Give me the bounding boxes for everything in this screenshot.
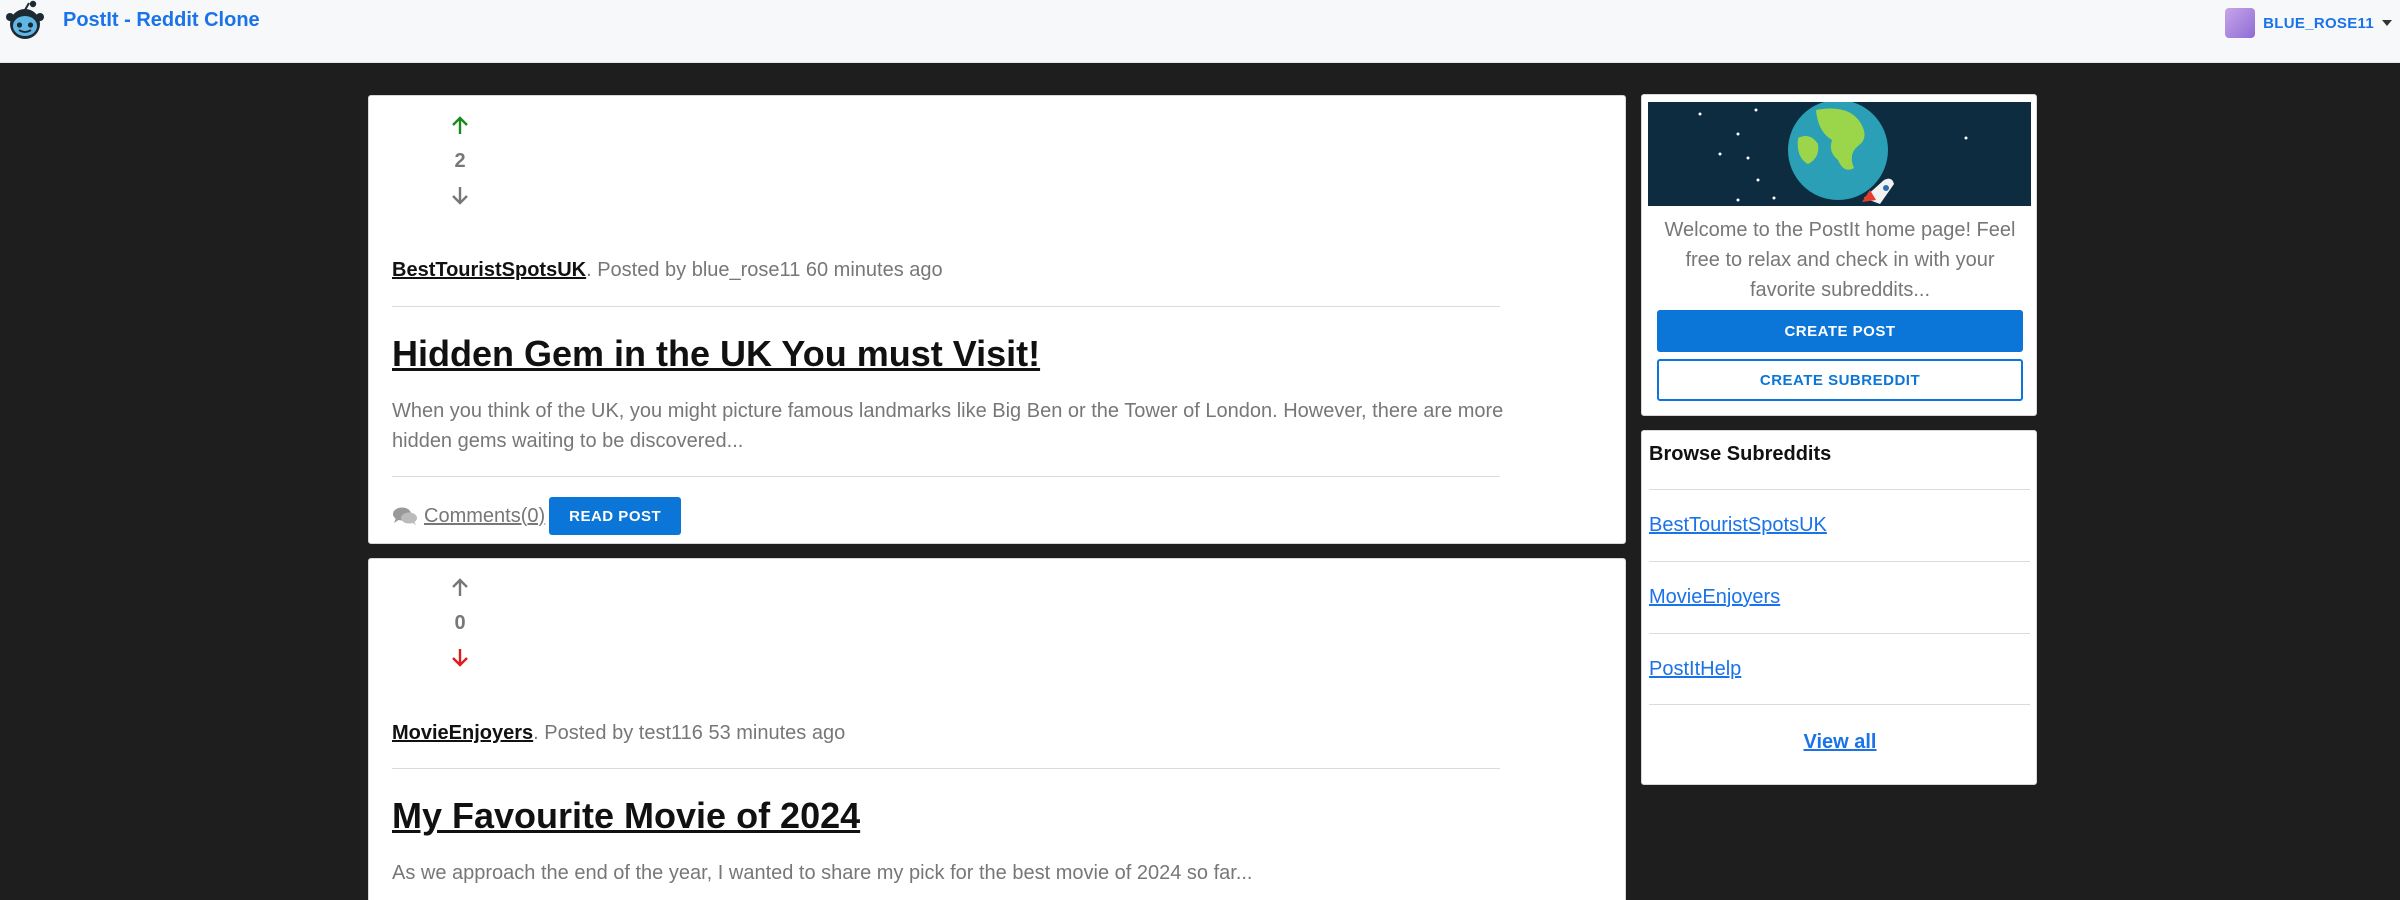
create-post-button[interactable]: CREATE POST xyxy=(1657,310,2023,352)
downvote-arrow-icon[interactable] xyxy=(448,645,472,669)
downvote-arrow-icon[interactable] xyxy=(448,183,472,207)
post-card: 0 MovieEnjoyers. Posted by test116 53 mi… xyxy=(368,558,1626,900)
read-post-button[interactable]: READ POST xyxy=(549,497,682,535)
chevron-down-icon xyxy=(2382,20,2392,26)
subreddit-link[interactable]: PostItHelp xyxy=(1649,658,1741,681)
brand-link[interactable]: PostIt - Reddit Clone xyxy=(63,9,260,32)
divider xyxy=(392,768,1500,769)
top-navbar: PostIt - Reddit Clone BLUE_ROSE11 xyxy=(0,0,2400,63)
list-item: MovieEnjoyers xyxy=(1649,561,2030,633)
list-item: PostItHelp xyxy=(1649,633,2030,705)
divider xyxy=(392,476,1500,477)
space-banner-image xyxy=(1648,102,2031,206)
subreddit-link[interactable]: BestTouristSpotsUK xyxy=(1649,514,1827,537)
vote-controls: 2 xyxy=(424,114,496,207)
post-title-link[interactable]: Hidden Gem in the UK You must Visit! xyxy=(392,333,1040,375)
subreddit-link[interactable]: MovieEnjoyers xyxy=(392,722,533,744)
upvote-arrow-icon[interactable] xyxy=(448,576,472,600)
welcome-text: Welcome to the PostIt home page! Feel fr… xyxy=(1664,219,2016,301)
post-excerpt: As we approach the end of the year, I wa… xyxy=(392,862,1253,884)
post-excerpt: When you think of the UK, you might pict… xyxy=(392,400,1504,452)
browse-subreddits-heading: Browse Subreddits xyxy=(1649,443,1832,465)
subreddit-link[interactable]: BestTouristSpotsUK xyxy=(392,259,586,281)
subreddit-link[interactable]: MovieEnjoyers xyxy=(1649,586,1780,609)
vote-count: 2 xyxy=(454,150,466,172)
create-subreddit-button[interactable]: CREATE SUBREDDIT xyxy=(1657,359,2023,401)
reddit-alien-icon[interactable] xyxy=(4,0,46,42)
browse-subreddits-card: Browse Subreddits BestTouristSpotsUK Mov… xyxy=(1641,430,2037,785)
earth-rocket-illustration xyxy=(1698,102,1968,204)
vote-count: 0 xyxy=(454,612,466,634)
comments-icon xyxy=(393,507,417,525)
post-byline: . Posted by blue_rose11 60 minutes ago xyxy=(586,259,943,281)
user-menu[interactable]: BLUE_ROSE11 xyxy=(2225,8,2392,38)
comments-link[interactable]: Comments(0) xyxy=(392,505,545,528)
post-card: 2 BestTouristSpotsUK. Posted by blue_ros… xyxy=(368,95,1626,544)
post-meta: BestTouristSpotsUK. Posted by blue_rose1… xyxy=(392,259,943,282)
list-item: BestTouristSpotsUK xyxy=(1649,489,2030,561)
view-all-link[interactable]: View all xyxy=(1642,731,2038,754)
user-avatar xyxy=(2225,8,2256,38)
vote-controls: 0 xyxy=(424,576,496,669)
welcome-card: Welcome to the PostIt home page! Feel fr… xyxy=(1641,94,2037,416)
username-label: BLUE_ROSE11 xyxy=(2263,14,2374,32)
post-byline: . Posted by test116 53 minutes ago xyxy=(533,722,846,744)
post-title-link[interactable]: My Favourite Movie of 2024 xyxy=(392,795,860,837)
upvote-arrow-icon[interactable] xyxy=(448,114,472,138)
divider xyxy=(392,306,1500,307)
post-actions: Comments(0) READ POST xyxy=(392,497,682,535)
post-meta: MovieEnjoyers. Posted by test116 53 minu… xyxy=(392,722,845,745)
comments-label: Comments(0) xyxy=(424,504,546,527)
subreddit-list: BestTouristSpotsUK MovieEnjoyers PostItH… xyxy=(1649,489,2030,705)
